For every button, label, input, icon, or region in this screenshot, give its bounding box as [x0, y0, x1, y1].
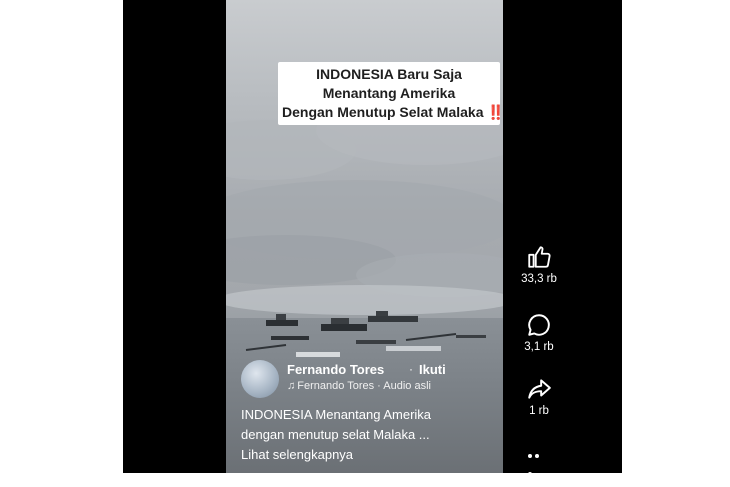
title-line-3-text: Dengan Menutup Selat Malaka: [282, 104, 484, 120]
reel-frame: INDONESIA Baru Saja Menantang Amerika De…: [123, 0, 622, 473]
share-icon: [528, 379, 551, 399]
audio-label[interactable]: ♫ Fernando Tores · Audio asli: [287, 380, 431, 392]
audio-text: Fernando Tores · Audio asli: [297, 380, 431, 392]
comment-button[interactable]: 3,1 rb: [513, 312, 565, 353]
music-note-icon: ♫: [287, 380, 296, 392]
comment-count: 3,1 rb: [524, 341, 554, 353]
video-title-overlay: INDONESIA Baru Saja Menantang Amerika De…: [278, 62, 503, 125]
sky-clouds: [226, 95, 503, 315]
title-line-2: Menantang Amerika: [322, 85, 456, 101]
caption-line-2: dengan menutup selat Malaka ...: [241, 427, 430, 442]
video-player[interactable]: INDONESIA Baru Saja Menantang Amerika De…: [226, 0, 503, 473]
author-row: Fernando Tores · Ikuti ♫ Fernando Tores ·…: [241, 358, 501, 398]
comment-icon: [528, 314, 550, 336]
avatar[interactable]: [241, 360, 279, 398]
caption-line-1: INDONESIA Menantang Amerika: [241, 407, 432, 422]
share-button[interactable]: 1 rb: [513, 376, 565, 417]
see-more-link[interactable]: Lihat selengkapnya: [241, 445, 503, 465]
title-line-1: INDONESIA Baru Saja: [316, 66, 462, 82]
double-exclamation-icon: ‼️: [487, 104, 503, 120]
thumbs-up-icon: [528, 246, 551, 268]
share-count: 1 rb: [529, 405, 549, 417]
author-name[interactable]: Fernando Tores: [287, 362, 384, 377]
like-button[interactable]: 33,3 rb: [513, 244, 565, 285]
title-line-3: Dengan Menutup Selat Malaka ‼️: [282, 103, 503, 122]
separator-dot: ·: [409, 362, 413, 376]
video-caption[interactable]: INDONESIA Menantang Amerika dengan menut…: [241, 405, 503, 465]
more-icon[interactable]: [528, 445, 548, 473]
follow-button[interactable]: Ikuti: [419, 362, 446, 377]
like-count: 33,3 rb: [521, 273, 557, 285]
